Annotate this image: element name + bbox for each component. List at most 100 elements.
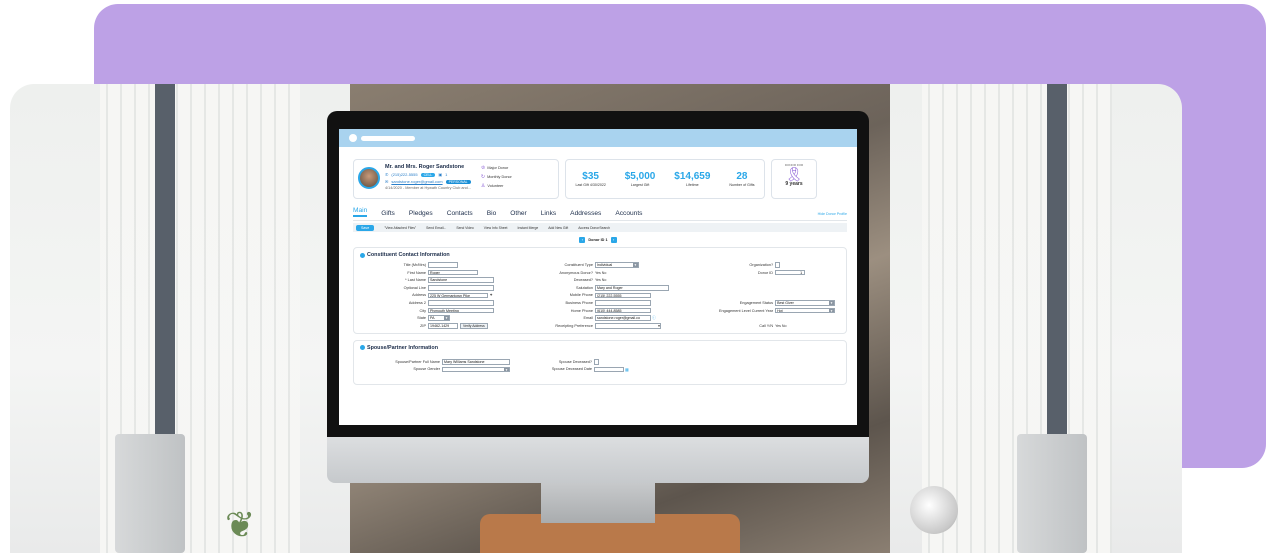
tab-addresses[interactable]: Addresses bbox=[570, 210, 601, 217]
field-donor-id: Donor ID 1 bbox=[693, 269, 840, 276]
field-engagement-status: Engagement Status Best Giver ▾ bbox=[693, 300, 840, 306]
email-icon: ✉ bbox=[385, 179, 389, 184]
title-input[interactable] bbox=[428, 262, 458, 268]
lamp-bulb bbox=[910, 486, 958, 534]
add-new-gift-button[interactable]: Add New Gift bbox=[548, 226, 568, 230]
donor-for-years: 9 years bbox=[785, 181, 803, 187]
engagement-status-select[interactable]: Best Giver ▾ bbox=[775, 300, 836, 306]
badge-volunteer: ♙ Volunteer bbox=[481, 183, 512, 189]
next-donor-button[interactable]: › bbox=[610, 237, 617, 243]
tab-other[interactable]: Other bbox=[510, 210, 527, 217]
tab-links[interactable]: Links bbox=[541, 210, 556, 217]
view-attached-files-button[interactable]: "View Attached Files" bbox=[384, 226, 416, 230]
field-label: Donor ID bbox=[757, 270, 774, 275]
stat-label: Largest Gift bbox=[630, 183, 650, 187]
send-email-button[interactable]: Send Email... bbox=[426, 226, 446, 230]
prev-donor-button[interactable]: ‹ bbox=[579, 237, 586, 243]
field-label: Anonymous Donor? bbox=[559, 270, 593, 275]
spouse-grid: Spouse/Partner Full Name Mary Williams Sa… bbox=[360, 359, 840, 381]
trophy-icon: ♔ bbox=[480, 165, 486, 171]
calendar-icon[interactable]: ▦ bbox=[625, 367, 629, 372]
address-2-input[interactable] bbox=[428, 300, 494, 306]
field-optional-line: Optional Line bbox=[360, 285, 507, 291]
tab-gifts[interactable]: Gifts bbox=[381, 210, 395, 217]
left-speaker bbox=[115, 434, 185, 553]
field-home-phone: Home Phone (610) 444-8585 bbox=[507, 307, 693, 314]
last-name-input[interactable]: Sandstone bbox=[428, 277, 494, 283]
field-label: Call Y/N bbox=[759, 323, 774, 328]
info-icon[interactable]: ⓘ bbox=[652, 316, 656, 321]
home-phone-input[interactable]: (610) 444-8585 bbox=[594, 307, 651, 314]
field-label: Salutation bbox=[576, 285, 593, 290]
stat-value: $5,000 bbox=[624, 171, 656, 182]
badge-label: Major Donor bbox=[487, 166, 509, 170]
field-label: Receipting Preference bbox=[555, 323, 593, 328]
stat-largest-gift: $5,000 Largest Gift bbox=[625, 171, 656, 187]
deceased-radio[interactable]: Yes No bbox=[595, 278, 606, 282]
phone-number[interactable]: (215)222-5555 bbox=[391, 172, 417, 177]
section-title-text: Constituent Contact Information bbox=[367, 252, 450, 258]
profile-card: Mr. and Mrs. Roger Sandstone ✆ (215)222-… bbox=[353, 159, 559, 199]
phone-icon: ✆ bbox=[385, 172, 389, 177]
tab-accounts[interactable]: Accounts bbox=[615, 210, 642, 217]
field-label: Email bbox=[583, 316, 593, 321]
city-input[interactable]: Plymouth Meeting bbox=[428, 307, 494, 314]
stat-value: $14,659 bbox=[674, 171, 711, 182]
chevron-down-icon: ▾ bbox=[829, 308, 835, 313]
email-link[interactable]: sandstone.roger@gmail.com bbox=[391, 179, 442, 184]
apple-logo-icon bbox=[586, 450, 608, 472]
engagement-level-select[interactable]: Hot ▾ bbox=[775, 307, 836, 314]
spouse-deceased-date-input[interactable] bbox=[594, 366, 624, 373]
field-title: Title (Mr/Mrs) bbox=[360, 262, 507, 268]
access-donorsearch-button[interactable]: Access DonorSearch bbox=[578, 226, 610, 230]
salutation-input[interactable]: Mary and Roger bbox=[594, 285, 669, 291]
save-button[interactable]: Save bbox=[356, 224, 375, 231]
donor-name: Mr. and Mrs. Roger Sandstone bbox=[385, 164, 465, 170]
section-title[interactable]: Spouse/Partner Information bbox=[360, 345, 840, 351]
optional-line-input[interactable] bbox=[428, 285, 494, 291]
app-logo-icon[interactable] bbox=[349, 134, 357, 142]
section-title[interactable]: Constituent Contact Information bbox=[360, 252, 840, 258]
field-label: * Last Name bbox=[405, 278, 426, 283]
field-salutation: Salutation Mary and Roger bbox=[507, 285, 693, 291]
tab-contacts[interactable]: Contacts bbox=[447, 210, 473, 217]
mobile-phone-input[interactable]: (215) 222-5555 bbox=[594, 292, 651, 299]
address-input[interactable]: 225 W Germantown Pike bbox=[428, 292, 488, 299]
spouse-col-right: Spouse Deceased? Spouse Deceased Date ▦ bbox=[530, 359, 700, 373]
state-select[interactable]: PA ▾ bbox=[428, 315, 450, 321]
email-input[interactable]: sandstone.roger@gmail.co bbox=[594, 315, 651, 321]
field-label: Organization? bbox=[749, 263, 774, 267]
stat-label: Number of Gifts bbox=[729, 183, 755, 187]
send-video-button[interactable]: Send Video bbox=[456, 226, 473, 230]
contact-col-left: Title (Mr/Mrs) First Name Roger * Last Na… bbox=[360, 262, 507, 329]
field-label: Optional Line bbox=[403, 285, 426, 290]
map-pin-icon[interactable]: ⌖ bbox=[490, 293, 492, 297]
first-name-input[interactable]: Roger bbox=[428, 269, 478, 276]
hide-donor-profile-link[interactable]: Hide Donor Profile bbox=[818, 212, 847, 216]
spouse-full-name-input[interactable]: Mary Williams Sandstone bbox=[442, 359, 510, 365]
spouse-deceased-checkbox[interactable] bbox=[594, 359, 599, 365]
field-label: Spouse Deceased Date bbox=[551, 367, 592, 372]
view-info-sheet-button[interactable]: View Info Sheet bbox=[484, 226, 508, 230]
zip-input[interactable]: 19462-1429 bbox=[428, 323, 458, 329]
receipting-preference-select[interactable]: ▾ bbox=[594, 323, 661, 329]
field-label: City bbox=[419, 308, 426, 313]
organization-checkbox[interactable] bbox=[775, 262, 781, 268]
spouse-gender-select[interactable]: ▾ bbox=[442, 366, 510, 373]
verify-address-button[interactable]: Verify Address bbox=[460, 323, 488, 329]
contact-col-right: Organization? Donor ID 1 Engagement Statu… bbox=[693, 262, 840, 329]
constituent-type-select[interactable]: Individual ▾ bbox=[594, 262, 639, 268]
tab-bio[interactable]: Bio bbox=[487, 210, 497, 217]
collapse-icon[interactable] bbox=[360, 345, 365, 351]
instant-merge-button[interactable]: Instant Merge bbox=[518, 226, 539, 230]
tab-main[interactable]: Main bbox=[353, 207, 368, 217]
field-label: Home Phone bbox=[570, 308, 593, 313]
business-phone-input[interactable] bbox=[594, 300, 651, 306]
tab-pledges[interactable]: Pledges bbox=[409, 210, 433, 217]
call-radio[interactable]: Yes No bbox=[775, 324, 786, 328]
field-label: Mobile Phone bbox=[569, 293, 593, 298]
collapse-icon[interactable] bbox=[360, 252, 365, 258]
anonymous-radio[interactable]: Yes No bbox=[595, 271, 606, 275]
field-constituent-type: Constituent Type Individual ▾ bbox=[507, 262, 693, 268]
constituent-contact-section: Constituent Contact Information Title (M… bbox=[353, 247, 847, 334]
